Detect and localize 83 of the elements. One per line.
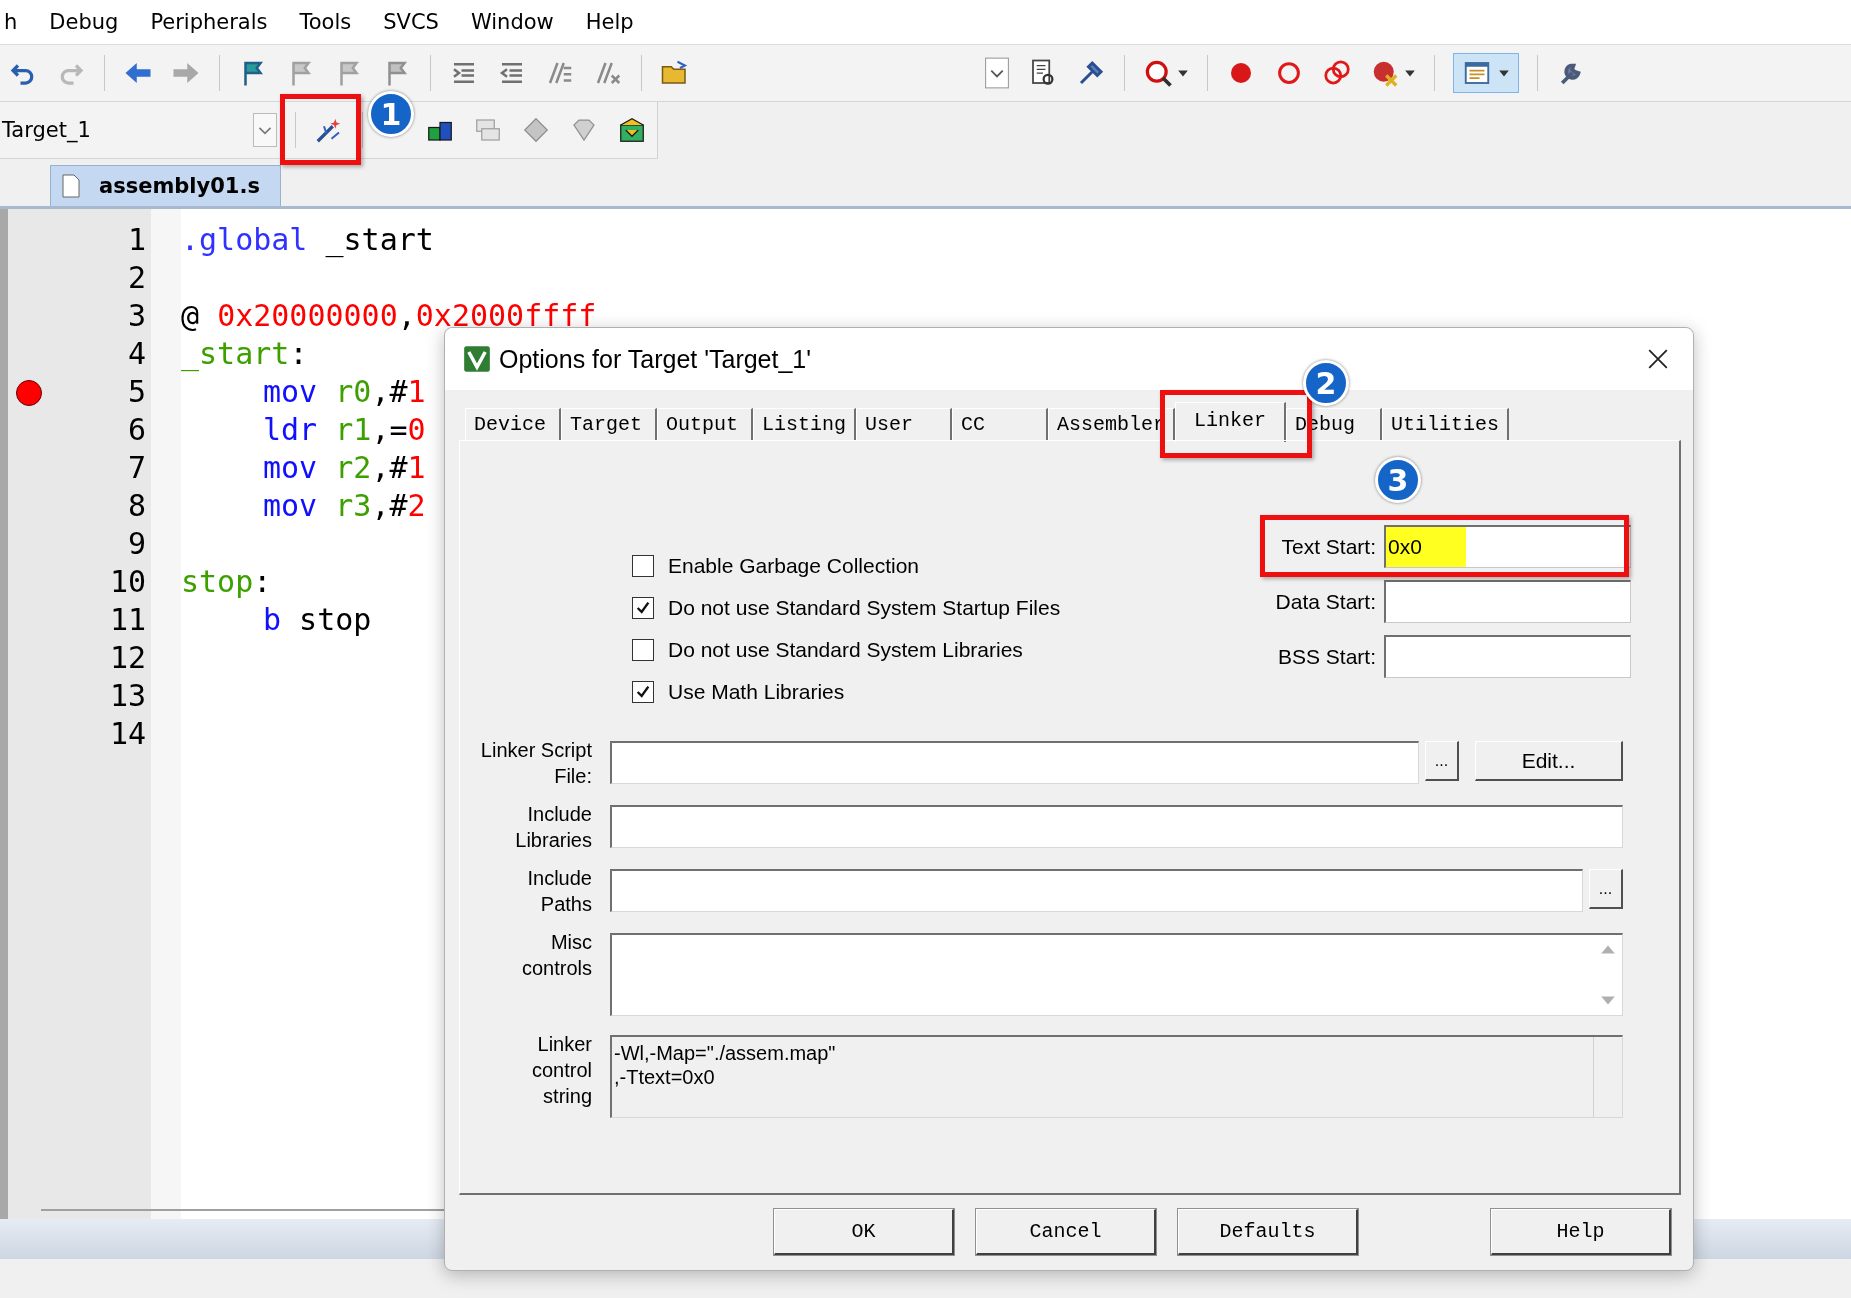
menu-item[interactable]: Debug xyxy=(49,10,119,34)
field-label: Include Libraries xyxy=(514,802,593,851)
line-number: 1 xyxy=(127,221,146,259)
browse-button[interactable]: ... xyxy=(1589,869,1623,909)
checkbox-label: Enable Garbage Collection xyxy=(668,554,919,578)
dropdown-icon[interactable] xyxy=(984,57,1010,89)
dialog-button[interactable]: OK xyxy=(774,1209,954,1255)
code-line: @ 0x20000000,0x2000ffff xyxy=(181,298,597,333)
dialog-tab[interactable]: Output xyxy=(657,408,753,440)
line-number: 6 xyxy=(127,411,146,449)
checkbox-label: Do not use Standard System Libraries xyxy=(668,638,1023,662)
code-line: .global _start xyxy=(181,222,434,257)
code-line: b stop xyxy=(263,602,372,637)
dialog-button[interactable]: Help xyxy=(1491,1209,1671,1255)
menu-item[interactable]: Peripherals xyxy=(150,10,268,34)
field-label: Linker Script File: xyxy=(479,738,593,787)
input-field[interactable] xyxy=(610,869,1583,912)
checkbox-label: Do not use Standard System Startup Files xyxy=(668,596,1061,620)
dialog-tab[interactable]: Device xyxy=(465,408,561,440)
file-tab[interactable]: assembly01.s xyxy=(50,165,281,206)
checkbox[interactable] xyxy=(632,681,654,703)
menu-item[interactable]: Tools xyxy=(299,10,352,34)
diamond-icon[interactable] xyxy=(521,115,551,145)
checkbox[interactable] xyxy=(632,639,654,661)
input-field[interactable] xyxy=(610,741,1419,784)
field-label: Include Paths xyxy=(526,866,593,915)
close-icon[interactable] xyxy=(1647,348,1669,370)
input-field[interactable] xyxy=(1384,635,1631,678)
line-number: 9 xyxy=(127,525,146,563)
line-number: 2 xyxy=(127,259,146,297)
dialog-tab[interactable]: Listing xyxy=(753,408,856,440)
checkmark-icon xyxy=(635,684,651,700)
field-label: Misc controls xyxy=(520,930,593,981)
checkbox-label: Use Math Libraries xyxy=(668,680,845,704)
dialog-tab[interactable]: Linker xyxy=(1175,402,1287,442)
app-icon xyxy=(463,345,491,373)
dropdown-icon xyxy=(253,113,277,147)
checkbox[interactable] xyxy=(632,597,654,619)
dialog-tab[interactable]: User xyxy=(856,408,952,440)
dialog-tab[interactable]: CC xyxy=(952,408,1048,440)
code-line: mov r0,#1 xyxy=(263,374,426,409)
code-line: mov r3,#2 xyxy=(263,488,426,523)
line-number: 8 xyxy=(127,487,146,525)
line-number: 12 xyxy=(109,639,146,677)
field-label: Text Start: xyxy=(1281,534,1376,559)
menu-item[interactable]: SVCS xyxy=(383,10,439,34)
dialog-title: Options for Target 'Target_1' xyxy=(499,344,813,374)
line-number: 4 xyxy=(127,335,146,373)
field-label: BSS Start: xyxy=(1277,644,1376,669)
code-line: ldr r1,=0 xyxy=(263,412,426,447)
line-number: 5 xyxy=(127,373,146,411)
line-number: 14 xyxy=(109,715,146,753)
line-number: 10 xyxy=(109,563,146,601)
debug-session-icon[interactable] xyxy=(1143,58,1173,88)
target-dropdown[interactable]: Target_1 xyxy=(2,110,277,150)
line-number: 13 xyxy=(109,677,146,715)
input-field[interactable] xyxy=(1384,580,1631,623)
dialog-tab[interactable]: Target xyxy=(561,408,657,440)
checkmark-icon xyxy=(635,600,651,616)
browse-button[interactable]: ... xyxy=(1425,741,1459,781)
input-field[interactable]: 0x0 xyxy=(1384,525,1631,568)
input-field[interactable] xyxy=(610,805,1623,848)
dialog-button[interactable]: Defaults xyxy=(1178,1209,1358,1255)
line-number: 7 xyxy=(127,449,146,487)
line-number: 11 xyxy=(109,601,146,639)
line-number: 3 xyxy=(127,297,146,335)
text-area: -Wl,-Map="./assem.map" ,-Ttext=0x0 xyxy=(610,1035,1623,1118)
menu-item[interactable]: h xyxy=(4,10,18,34)
menu-item[interactable]: Window xyxy=(470,10,554,34)
field-label: Data Start: xyxy=(1275,589,1376,614)
breakpoint-marker[interactable] xyxy=(16,380,42,406)
dialog-tab[interactable]: Utilities xyxy=(1382,408,1510,440)
field-label: Linker control string xyxy=(530,1032,593,1109)
edit-button[interactable]: Edit... xyxy=(1475,741,1623,781)
code-line: mov r2,#1 xyxy=(263,450,426,485)
code-line: stop: xyxy=(181,564,272,599)
dialog-button[interactable]: Cancel xyxy=(976,1209,1156,1255)
checkbox[interactable] xyxy=(632,555,654,577)
menu-item[interactable]: Help xyxy=(585,10,634,34)
code-line: _start: xyxy=(181,336,308,371)
window-layout-button[interactable] xyxy=(1453,53,1519,93)
pack-icon[interactable] xyxy=(617,115,647,145)
document-icon xyxy=(61,174,81,198)
